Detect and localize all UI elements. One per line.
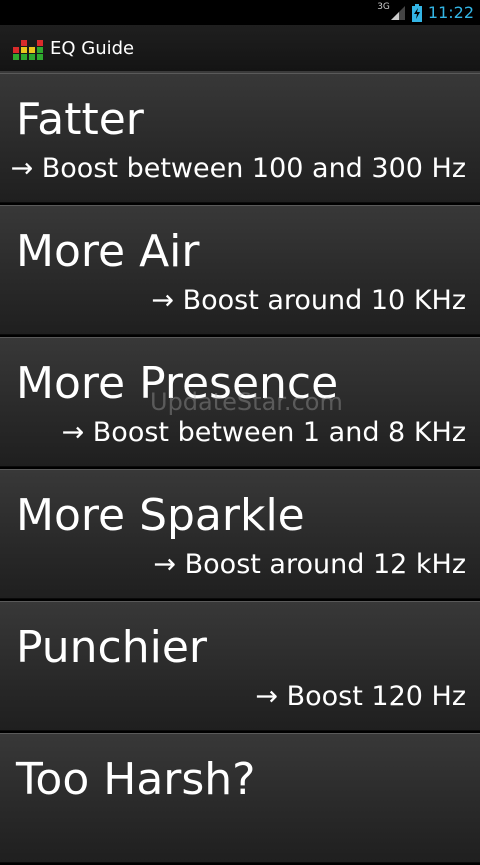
app-title: EQ Guide: [50, 37, 135, 59]
network-type: 3G: [377, 1, 390, 12]
item-description: → Boost between 100 and 300 Hz: [10, 153, 466, 184]
item-title: More Air: [16, 226, 200, 277]
item-description: → Boost around 10 KHz: [151, 285, 466, 316]
watermark: UpdateStar.com: [150, 388, 343, 416]
list-item-more-air[interactable]: More Air → Boost around 10 KHz: [0, 205, 480, 335]
action-bar: EQ Guide: [0, 25, 480, 73]
item-title: Punchier: [16, 622, 207, 673]
signal-icon: [390, 5, 405, 20]
battery-charging-icon: [411, 3, 422, 22]
status-bar: 3G 11:22: [0, 0, 480, 25]
item-description: → Boost 120 Hz: [255, 681, 466, 712]
eq-tips-list: Fatter → Boost between 100 and 300 Hz Mo…: [0, 73, 480, 865]
item-title: Too Harsh?: [16, 754, 256, 805]
list-item-fatter[interactable]: Fatter → Boost between 100 and 300 Hz: [0, 73, 480, 203]
equalizer-app-icon[interactable]: [12, 34, 44, 62]
list-item-more-sparkle[interactable]: More Sparkle → Boost around 12 kHz: [0, 469, 480, 599]
item-description: → Boost between 1 and 8 KHz: [61, 417, 466, 448]
list-item-too-harsh[interactable]: Too Harsh?: [0, 733, 480, 863]
item-title: More Sparkle: [16, 490, 305, 541]
item-title: Fatter: [16, 94, 144, 145]
item-description: → Boost around 12 kHz: [153, 549, 466, 580]
status-clock: 11:22: [427, 3, 474, 22]
list-item-punchier[interactable]: Punchier → Boost 120 Hz: [0, 601, 480, 731]
